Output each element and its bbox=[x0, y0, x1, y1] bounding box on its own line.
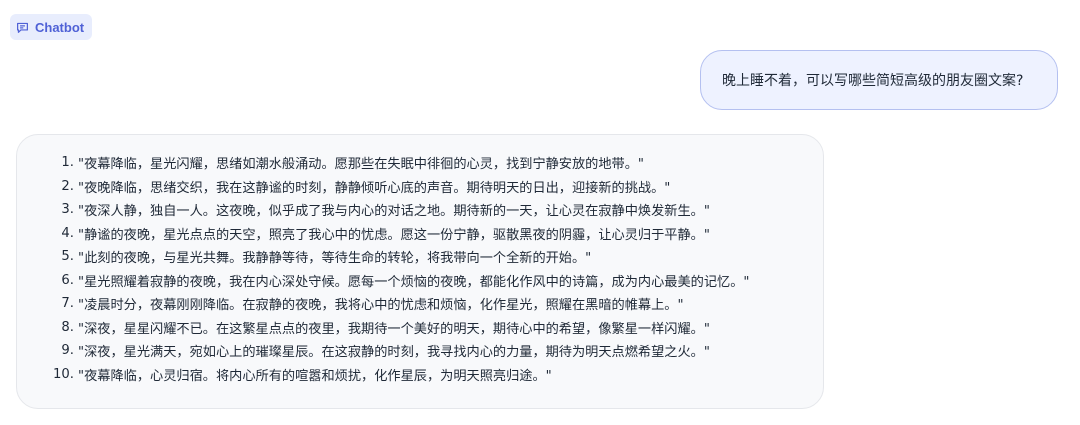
list-item: 3. "夜深人静，独自一人。这夜晚，似乎成了我与内心的对话之地。期待新的一天，让心… bbox=[17, 198, 823, 222]
list-item-text: "星光照耀着寂静的夜晚，我在内心深处守候。愿每一个烦恼的夜晚，都能化作风中的诗篇… bbox=[78, 274, 750, 290]
list-item: 8. "深夜，星星闪耀不已。在这繁星点点的夜里，我期待一个美好的明天，期待心中的希… bbox=[17, 316, 823, 340]
list-item-number: 9. bbox=[61, 343, 74, 359]
list-item-text: "此刻的夜晚，与星光共舞。我静静等待，等待生命的转轮，将我带向一个全新的开始。" bbox=[78, 251, 592, 267]
list-item: 2. "夜晚降临，思绪交织，我在这静谧的时刻，静静倾听心底的声音。期待明天的日出，… bbox=[17, 175, 823, 199]
list-item-number: 2. bbox=[61, 178, 74, 194]
list-item-number: 3. bbox=[61, 202, 74, 218]
list-item: 7. "凌晨时分，夜幕刚刚降临。在寂静的夜晚，我将心中的忧虑和烦恼，化作星光，照耀… bbox=[17, 292, 823, 316]
list-item: 10. "夜幕降临，心灵归宿。将内心所有的喧嚣和烦扰，化作星辰，为明天照亮归途。" bbox=[17, 363, 823, 387]
list-item: 5. "此刻的夜晚，与星光共舞。我静静等待，等待生命的转轮，将我带向一个全新的开始… bbox=[17, 245, 823, 269]
list-item: 6. "星光照耀着寂静的夜晚，我在内心深处守候。愿每一个烦恼的夜晚，都能化作风中的… bbox=[17, 269, 823, 293]
list-item: 1. "夜幕降临，星光闪耀，思绪如潮水般涌动。愿那些在失眠中徘徊的心灵，找到宁静安… bbox=[17, 151, 823, 175]
list-item-number: 8. bbox=[61, 319, 74, 335]
chat-bubble-icon bbox=[16, 21, 29, 34]
chatbot-label-text: Chatbot bbox=[35, 19, 85, 35]
bot-message: 1. "夜幕降临，星光闪耀，思绪如潮水般涌动。愿那些在失眠中徘徊的心灵，找到宁静安… bbox=[16, 134, 824, 409]
chatbot-label: Chatbot bbox=[10, 14, 93, 40]
list-item-number: 5. bbox=[61, 249, 74, 265]
list-item-text: "深夜，星光满天，宛如心上的璀璨星辰。在这寂静的时刻，我寻找内心的力量，期待为明… bbox=[78, 345, 710, 361]
list-item-text: "夜幕降临，星光闪耀，思绪如潮水般涌动。愿那些在失眠中徘徊的心灵，找到宁静安放的… bbox=[78, 157, 645, 173]
list-item-text: "夜深人静，独自一人。这夜晚，似乎成了我与内心的对话之地。期待新的一天，让心灵在… bbox=[78, 204, 710, 220]
user-message: 晚上睡不着，可以写哪些简短高级的朋友圈文案? bbox=[700, 50, 1058, 110]
list-item-number: 4. bbox=[61, 225, 74, 241]
list-item-number: 7. bbox=[61, 296, 74, 312]
bot-message-list: 1. "夜幕降临，星光闪耀，思绪如潮水般涌动。愿那些在失眠中徘徊的心灵，找到宁静安… bbox=[17, 151, 823, 386]
list-item-text: "夜幕降临，心灵归宿。将内心所有的喧嚣和烦扰，化作星辰，为明天照亮归途。" bbox=[78, 368, 552, 384]
list-item-text: "夜晚降临，思绪交织，我在这静谧的时刻，静静倾听心底的声音。期待明天的日出，迎接… bbox=[78, 180, 671, 196]
list-item-number: 10. bbox=[53, 366, 74, 382]
list-item: 4. "静谧的夜晚，星光点点的天空，照亮了我心中的忧虑。愿这一份宁静，驱散黑夜的阴… bbox=[17, 222, 823, 246]
list-item-text: "静谧的夜晚，星光点点的天空，照亮了我心中的忧虑。愿这一份宁静，驱散黑夜的阴霾，… bbox=[78, 227, 710, 243]
list-item-number: 1. bbox=[61, 155, 74, 171]
user-message-text: 晚上睡不着，可以写哪些简短高级的朋友圈文案? bbox=[722, 73, 1024, 89]
list-item-number: 6. bbox=[61, 272, 74, 288]
list-item: 9. "深夜，星光满天，宛如心上的璀璨星辰。在这寂静的时刻，我寻找内心的力量，期待… bbox=[17, 339, 823, 363]
list-item-text: "深夜，星星闪耀不已。在这繁星点点的夜里，我期待一个美好的明天，期待心中的希望，… bbox=[78, 321, 710, 337]
list-item-text: "凌晨时分，夜幕刚刚降临。在寂静的夜晚，我将心中的忧虑和烦恼，化作星光，照耀在黑… bbox=[78, 298, 684, 314]
